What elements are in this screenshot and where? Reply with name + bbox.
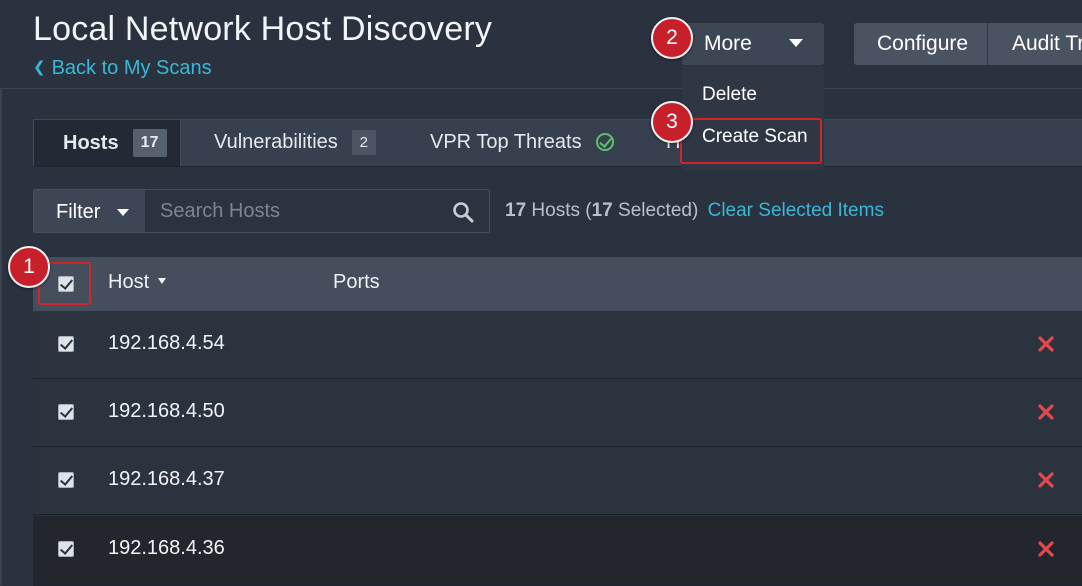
chevron-left-icon: ❮ [33, 59, 46, 76]
delete-x-icon[interactable] [1036, 402, 1056, 422]
hosts-count: 17 [505, 200, 527, 221]
selection-summary: 17 Hosts (17 Selected) Clear Selected It… [505, 200, 884, 222]
callout-number-3: 3 [651, 101, 693, 143]
column-header-ports[interactable]: Ports [333, 271, 380, 294]
toolbar-button-group: Configure Audit Tr [854, 23, 1082, 65]
search-hosts-input[interactable] [146, 190, 446, 232]
tab-hosts-label: Hosts [63, 131, 119, 154]
header-divider [0, 88, 1082, 89]
row-checkbox[interactable] [58, 404, 74, 420]
table-row[interactable]: 192.168.4.50 [33, 379, 1082, 447]
selected-text: Selected) [618, 200, 699, 221]
clear-selected-link[interactable]: Clear Selected Items [708, 200, 884, 221]
search-icon[interactable] [452, 201, 474, 223]
column-header-host[interactable]: Host [108, 271, 167, 294]
configure-button[interactable]: Configure [877, 23, 968, 65]
back-link-label: Back to My Scans [51, 57, 212, 79]
back-to-scans-link[interactable]: ❮ Back to My Scans [33, 57, 212, 80]
host-ip: 192.168.4.54 [108, 332, 225, 354]
caret-down-icon [117, 209, 129, 216]
filter-button[interactable]: Filter [34, 190, 145, 232]
page-title: Local Network Host Discovery [33, 10, 493, 48]
host-ip: 192.168.4.50 [108, 400, 225, 422]
audit-trail-button[interactable]: Audit Tr [1012, 23, 1082, 65]
tab-hosts[interactable]: Hosts 17 [33, 119, 181, 166]
host-ip: 192.168.4.37 [108, 468, 225, 490]
selected-count: 17 [591, 200, 613, 221]
tab-vpr-top-threats[interactable]: VPR Top Threats [430, 119, 614, 165]
vulnerabilities-count-badge: 2 [351, 129, 376, 155]
tab-vpr-label: VPR Top Threats [430, 130, 582, 153]
callout-number-1: 1 [8, 246, 50, 288]
caret-down-icon [789, 39, 803, 47]
delete-x-icon[interactable] [1036, 470, 1056, 490]
filter-button-label: Filter [56, 201, 101, 223]
menu-item-delete[interactable]: Delete [702, 84, 757, 106]
hosts-count-badge: 17 [132, 129, 167, 157]
table-row[interactable]: 192.168.4.36 [33, 516, 1082, 586]
filter-bar: Filter [33, 189, 490, 233]
table-row[interactable]: 192.168.4.54 [33, 311, 1082, 379]
delete-x-icon[interactable] [1036, 334, 1056, 354]
hosts-text: Hosts ( [531, 200, 592, 221]
more-button-label: More [704, 32, 752, 55]
host-ip: 192.168.4.36 [108, 537, 225, 559]
table-header: Host Ports [33, 257, 1082, 311]
column-host-label: Host [108, 271, 150, 293]
sort-caret-icon [158, 277, 167, 284]
tab-vulnerabilities-label: Vulnerabilities [214, 130, 338, 153]
button-separator [987, 23, 988, 65]
row-checkbox[interactable] [58, 336, 74, 352]
callout-number-2: 2 [651, 17, 693, 59]
delete-x-icon[interactable] [1036, 539, 1056, 559]
callout-highlight-create-scan [680, 118, 822, 164]
left-edge-divider [0, 88, 2, 585]
check-circle-icon [595, 133, 614, 151]
more-button[interactable]: More [682, 23, 824, 65]
table-row[interactable]: 192.168.4.37 [33, 447, 1082, 515]
row-checkbox[interactable] [58, 472, 74, 488]
row-checkbox[interactable] [58, 541, 74, 557]
tab-vulnerabilities[interactable]: Vulnerabilities 2 [214, 119, 376, 165]
